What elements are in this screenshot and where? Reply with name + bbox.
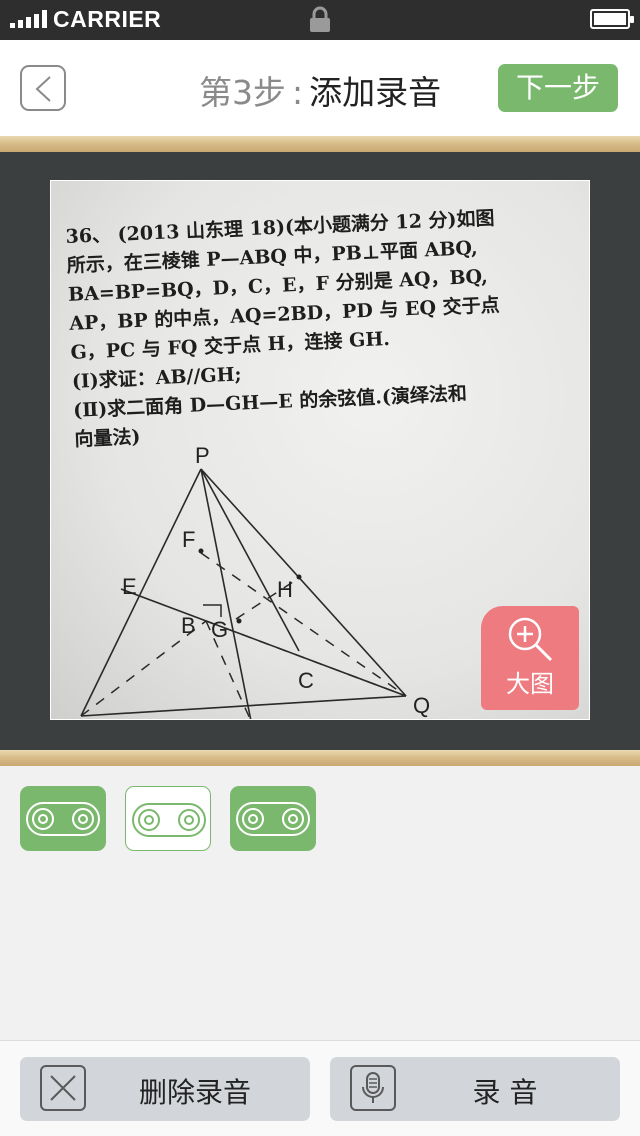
bottom-toolbar: 删除录音 录 音	[0, 1040, 640, 1136]
point-label-q: Q	[413, 693, 431, 718]
record-label: 录 音	[472, 1076, 538, 1109]
recording-item-1[interactable]	[20, 786, 106, 851]
photo-board: 36、 (2013 山东理 18)(本小题满分 12 分)如图 所示，在三棱锥 …	[0, 152, 640, 750]
tape-icon	[26, 802, 100, 836]
point-label-h: H	[277, 577, 293, 602]
recording-item-3[interactable]	[230, 786, 316, 851]
record-button[interactable]: 录 音	[330, 1057, 620, 1121]
point-label-b: B	[181, 613, 196, 638]
point-label-p: P	[195, 443, 210, 468]
tape-icon	[132, 803, 206, 837]
carrier-label: CARRIER	[53, 6, 162, 32]
header: 第3步: 添加录音 下一步	[0, 40, 640, 136]
enlarge-label: 大图	[506, 670, 554, 698]
battery-icon	[590, 9, 634, 29]
next-step-button[interactable]: 下一步	[498, 64, 618, 112]
point-label-c: C	[298, 668, 314, 693]
recording-item-2[interactable]	[125, 786, 211, 851]
title-separator: :	[291, 73, 304, 112]
point-label-f: F	[182, 527, 196, 552]
title-label: 添加录音	[309, 73, 442, 112]
top-divider	[0, 136, 640, 152]
signal-icon	[10, 10, 47, 28]
zoom-in-icon	[508, 617, 553, 662]
problem-photo[interactable]: 36、 (2013 山东理 18)(本小题满分 12 分)如图 所示，在三棱锥 …	[50, 180, 590, 720]
bottom-divider	[0, 750, 640, 766]
lock-icon	[310, 6, 330, 32]
step-label: 第3步	[198, 73, 286, 112]
point-label-e: E	[122, 574, 137, 599]
tape-icon	[236, 802, 310, 836]
enlarge-image-button[interactable]: 大图	[481, 606, 579, 710]
delete-recording-label: 删除录音	[138, 1076, 251, 1109]
status-bar: CARRIER	[0, 0, 640, 40]
point-label-g: G	[211, 617, 229, 642]
recordings-list	[0, 766, 640, 1040]
delete-recording-button[interactable]: 删除录音	[20, 1057, 310, 1121]
